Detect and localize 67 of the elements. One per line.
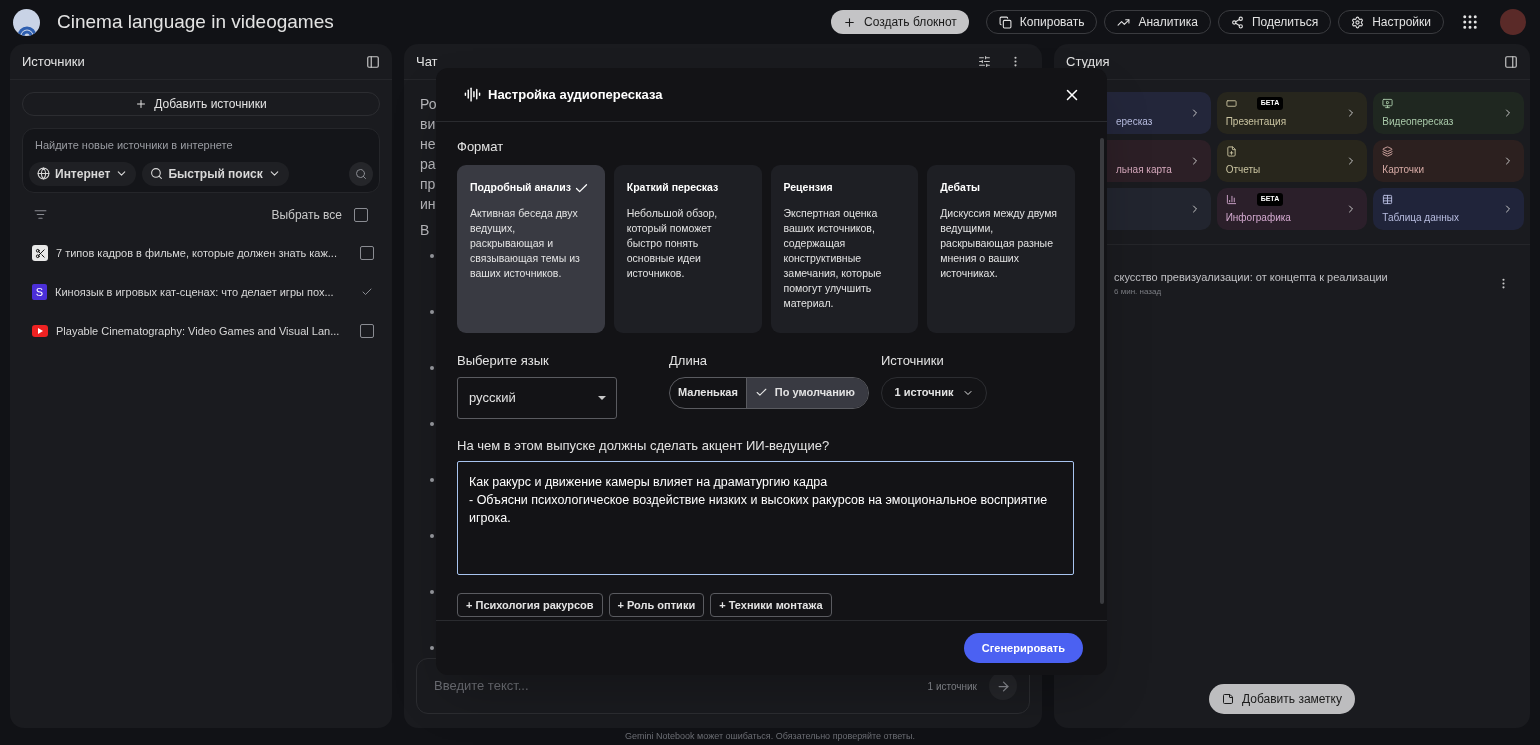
note-time: 6 мин. назад [1114,285,1163,298]
dialog-title: Настройка аудиопересказа [488,85,664,104]
source-title: Playable Cinematography: Video Games and Visual Lan... [56,323,341,339]
field-label: На чем в этом выпуске должны сделать акцент ИИ-ведущие? [457,436,831,455]
chat-text: пр [420,175,436,194]
suggestion-chip[interactable]: + Техники монтажа [710,593,832,617]
tile-label: Отчеты [1225,162,1262,177]
format-description: Небольшой обзор, который поможет быстро понять основные идеи источников. [626,206,719,281]
tile-label: Инфографика [1225,210,1292,225]
source-item[interactable]: S Киноязык в игровых кат-сценах: что делает игры пох... [10,272,392,312]
format-card[interactable]: Дебаты Дискуссия между двумя ведущими, раскрывающая разные мнения о ваших источниках. [927,165,1075,333]
tile-label: Таблица данных [1382,210,1460,225]
note-title: скусство превизуализации: от концепта к реализации [1114,270,1389,285]
studio-tile[interactable]: Карточки [1373,140,1524,182]
format-card[interactable]: Подробный анализ Активная беседа двух ведущих, раскрывающая и связывающая темы из ваших источников. [457,165,605,333]
chat-text: В [420,221,430,240]
field-label: Длина [669,352,709,370]
chat-text: не [420,135,436,154]
panel-title: Источники [22,52,85,71]
add-note-button[interactable]: Добавить заметку [1209,684,1355,714]
tile-label: ересказ [1116,114,1154,129]
suggestion-chip[interactable]: + Психология ракурсов [457,593,603,617]
field-label: Выберите язык [457,352,550,370]
chat-text: ин [420,195,436,214]
source-item[interactable]: 7 типов кадров в фильме, которые должен знать каж... [10,233,392,273]
site-logo-icon: S [32,284,47,300]
format-description: Экспертная оценка ваших источников, содержащая конструктивные замечания, которые помогут улучшить материал. [783,206,883,311]
search-option-dropdown[interactable]: Быстрый поиск [142,161,289,186]
tile-label: Карточки [1382,162,1426,177]
section-label: Формат [457,139,504,154]
studio-tile[interactable]: Таблица данных [1373,188,1524,230]
search-field[interactable]: Найдите новые источники в интернете [29,137,373,154]
source-title: 7 типов кадров в фильме, которые должен знать каж... [56,245,338,261]
tile-label: Видеопересказ [1382,114,1455,129]
studio-tile[interactable]: Отчеты [1216,140,1368,182]
format-title: Краткий пересказ [626,180,719,196]
format-card[interactable]: Краткий пересказ Небольшой обзор, который поможет быстро понять основные идеи источников. [613,165,762,333]
source-item[interactable]: Playable Cinematography: Video Games and Visual Lan... [10,311,392,351]
format-title: Дебаты [940,180,980,196]
chat-text: Ро [420,95,437,114]
format-title: Подробный анализ [470,180,571,196]
length-option[interactable]: Маленькая [670,377,746,408]
search-option-dropdown[interactable]: Интернет [29,161,137,186]
select-all-label: Выбрать все [271,206,342,224]
source-title: Киноязык в игровых кат-сценах: что делает игры пох... [55,284,335,300]
search-box[interactable]: Найдите новые источники в интернете Интернет Быстрый поиск [22,128,380,193]
text-input-field[interactable]: Введите текст... [434,676,916,696]
format-card[interactable]: Рецензия Экспертная оценка ваших источников, содержащая конструктивные замечания, которые помогут улучшить материал. [770,165,919,333]
source-count: 1 источник [927,679,977,694]
notebook-title: Cinema language in videogames [57,9,334,34]
tile-label: Презентация [1225,114,1288,129]
panel-title: Чат [416,52,439,71]
panel-title: Студия [1066,52,1110,71]
focus-input-field[interactable]: Как ракурс и движение камеры влияет на драматургию кадра - Объясни психологическое воздействие низких и высоких ракурсов на эмоциональное восприятие игрока. [457,461,1074,575]
format-title: Рецензия [783,180,833,196]
chat-text: ра [420,155,436,174]
length-option[interactable]: По умолчанию [745,377,868,408]
create-notebook-button[interactable]: Создать блокнот [831,10,969,34]
tile-label: льная карта [1116,162,1173,177]
studio-tile[interactable]: Видеопересказ [1373,92,1524,134]
language-select[interactable]: русский [457,376,617,419]
format-description: Активная беседа двух ведущих, раскрывающая и связывающая темы из ваших источников. [470,206,581,281]
disclaimer-text: Gemini Notebook может ошибаться. Обязательно проверяйте ответы. [625,729,915,743]
generate-button[interactable]: Сгенерировать [963,633,1083,663]
field-label: Источники [881,352,945,370]
suggestion-chip[interactable]: + Роль оптики [608,593,705,617]
chat-text: ви [420,115,436,134]
